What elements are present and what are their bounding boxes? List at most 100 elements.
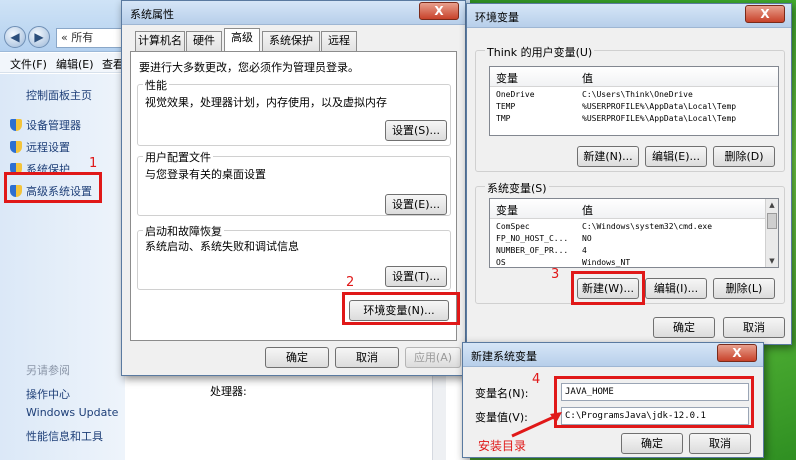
column-header-value[interactable]: 值 <box>582 70 593 86</box>
column-header-value[interactable]: 值 <box>582 202 593 218</box>
table-row[interactable]: OneDrive C:\Users\Think\OneDrive <box>490 89 778 101</box>
sidebar-link-perf-tools[interactable]: 性能信息和工具 <box>26 428 103 444</box>
var-value: C:\Windows\system32\cmd.exe <box>582 222 713 231</box>
var-value: C:\Users\Think\OneDrive <box>582 90 693 99</box>
install-dir-annotation: 安装目录 <box>478 439 527 453</box>
tab-hardware[interactable]: 硬件 <box>186 31 222 51</box>
user-profiles-desc: 与您登录有关的桌面设置 <box>145 168 266 181</box>
sys-props-cancel-button[interactable]: 取消 <box>335 347 399 368</box>
see-also-heading: 另请参阅 <box>26 364 70 377</box>
new-var-title: 新建系统变量 <box>471 350 537 363</box>
var-value: %USERPROFILE%\AppData\Local\Temp <box>582 102 737 111</box>
sidebar-item-label: 设备管理器 <box>26 119 81 132</box>
var-name: NUMBER_OF_PR... <box>496 246 569 255</box>
system-vars-title: 系统变量(S) <box>485 180 549 196</box>
annotation-box-2 <box>342 292 460 325</box>
table-row[interactable]: TMP %USERPROFILE%\AppData\Local\Temp <box>490 113 778 125</box>
table-row[interactable]: TEMP %USERPROFILE%\AppData\Local\Temp <box>490 101 778 113</box>
performance-title: 性能 <box>143 77 169 93</box>
variable-name-label: 变量名(N): <box>475 387 529 400</box>
close-icon[interactable]: X <box>745 5 785 23</box>
system-delete-button[interactable]: 删除(L) <box>713 278 775 299</box>
sys-props-apply-button[interactable]: 应用(A) <box>405 347 461 368</box>
sidebar-item-device-manager[interactable]: 设备管理器 <box>10 117 81 133</box>
sys-props-titlebar[interactable]: 系统属性 X <box>122 1 465 25</box>
tab-advanced[interactable]: 高级 <box>224 28 260 52</box>
scroll-up-icon[interactable]: ▲ <box>766 199 778 211</box>
var-name: OS <box>496 258 506 267</box>
forward-arrow-icon[interactable]: ▶ <box>28 26 50 48</box>
menu-edit[interactable]: 编辑(E) <box>56 56 94 72</box>
processor-label: 处理器: <box>210 385 247 398</box>
performance-settings-button[interactable]: 设置(S)... <box>385 120 447 141</box>
column-header-variable[interactable]: 变量 <box>496 202 518 218</box>
env-ok-button[interactable]: 确定 <box>653 317 715 338</box>
var-name: TMP <box>496 114 511 123</box>
admin-note: 要进行大多数更改，您必须作为管理员登录。 <box>139 61 359 74</box>
user-vars-header: 变量 值 <box>490 67 778 87</box>
tab-computer-name[interactable]: 计算机名 <box>135 31 185 51</box>
user-vars-title: Think 的用户变量(U) <box>485 44 595 60</box>
shield-icon <box>10 119 22 131</box>
table-row[interactable]: OS Windows_NT <box>490 257 765 267</box>
user-vars-list[interactable]: 变量 值 OneDrive C:\Users\Think\OneDrive TE… <box>489 66 779 136</box>
system-vars-header: 变量 值 <box>490 199 765 219</box>
var-name: OneDrive <box>496 90 535 99</box>
new-var-ok-button[interactable]: 确定 <box>621 433 683 454</box>
scroll-thumb[interactable] <box>767 213 777 229</box>
sidebar-link-action-center[interactable]: 操作中心 <box>26 386 70 402</box>
system-edit-button[interactable]: 编辑(I)... <box>645 278 707 299</box>
scroll-down-icon[interactable]: ▼ <box>766 255 778 267</box>
shield-icon <box>10 141 22 153</box>
startup-recovery-desc: 系统启动、系统失败和调试信息 <box>145 240 299 253</box>
new-var-titlebar[interactable]: 新建系统变量 X <box>463 343 763 367</box>
user-profiles-title: 用户配置文件 <box>143 149 213 165</box>
var-name: TEMP <box>496 102 516 111</box>
environment-variables-dialog: 环境变量 X Think 的用户变量(U) 变量 值 OneDrive C:\U… <box>466 3 792 345</box>
annotation-box-4 <box>554 376 754 428</box>
startup-recovery-title: 启动和故障恢复 <box>143 223 224 239</box>
var-value: %USERPROFILE%\AppData\Local\Temp <box>582 114 737 123</box>
back-arrow-icon[interactable]: ◀ <box>4 26 26 48</box>
annotation-box-1 <box>4 172 102 203</box>
var-name: FP_NO_HOST_C... <box>496 234 569 243</box>
table-row[interactable]: FP_NO_HOST_C... NO <box>490 233 765 245</box>
user-profiles-settings-button[interactable]: 设置(E)... <box>385 194 447 215</box>
annotation-number-1: 1 <box>89 156 98 171</box>
startup-settings-button[interactable]: 设置(T)... <box>385 266 447 287</box>
var-value: NO <box>582 234 592 243</box>
annotation-number-2: 2 <box>346 275 355 290</box>
var-value: 4 <box>582 246 587 255</box>
sidebar-item-label: 远程设置 <box>26 141 70 154</box>
var-name: ComSpec <box>496 222 530 231</box>
var-value: Windows_NT <box>582 258 631 267</box>
sidebar-link-windows-update[interactable]: Windows Update <box>26 406 118 419</box>
sys-props-title: 系统属性 <box>130 8 174 21</box>
env-titlebar[interactable]: 环境变量 X <box>467 4 791 28</box>
env-cancel-button[interactable]: 取消 <box>723 317 785 338</box>
system-vars-list[interactable]: 变量 值 ComSpec C:\Windows\system32\cmd.exe… <box>489 198 779 268</box>
sidebar-item-remote[interactable]: 远程设置 <box>10 139 70 155</box>
env-title: 环境变量 <box>475 11 519 24</box>
annotation-number-4: 4 <box>532 372 541 387</box>
sys-props-ok-button[interactable]: 确定 <box>265 347 329 368</box>
tab-remote[interactable]: 远程 <box>321 31 357 51</box>
system-properties-dialog: 系统属性 X 计算机名 硬件 高级 系统保护 远程 要进行大多数更改，您必须作为… <box>121 0 466 376</box>
address-bar[interactable]: « 所有 <box>56 28 126 48</box>
user-delete-button[interactable]: 删除(D) <box>713 146 775 167</box>
performance-desc: 视觉效果，处理器计划，内存使用，以及虚拟内存 <box>145 96 387 109</box>
menu-file[interactable]: 文件(F) <box>10 56 47 72</box>
system-vars-scrollbar[interactable]: ▲ ▼ <box>765 199 778 267</box>
table-row[interactable]: ComSpec C:\Windows\system32\cmd.exe <box>490 221 765 233</box>
new-var-cancel-button[interactable]: 取消 <box>689 433 751 454</box>
annotation-box-3 <box>571 271 645 305</box>
column-header-variable[interactable]: 变量 <box>496 70 518 86</box>
user-edit-button[interactable]: 编辑(E)... <box>645 146 707 167</box>
tab-system-protection[interactable]: 系统保护 <box>262 31 320 51</box>
table-row[interactable]: NUMBER_OF_PR... 4 <box>490 245 765 257</box>
sidebar-home-link[interactable]: 控制面板主页 <box>26 87 92 103</box>
close-icon[interactable]: X <box>717 344 757 362</box>
close-icon[interactable]: X <box>419 2 459 20</box>
user-new-button[interactable]: 新建(N)... <box>577 146 639 167</box>
annotation-number-3: 3 <box>551 267 560 282</box>
